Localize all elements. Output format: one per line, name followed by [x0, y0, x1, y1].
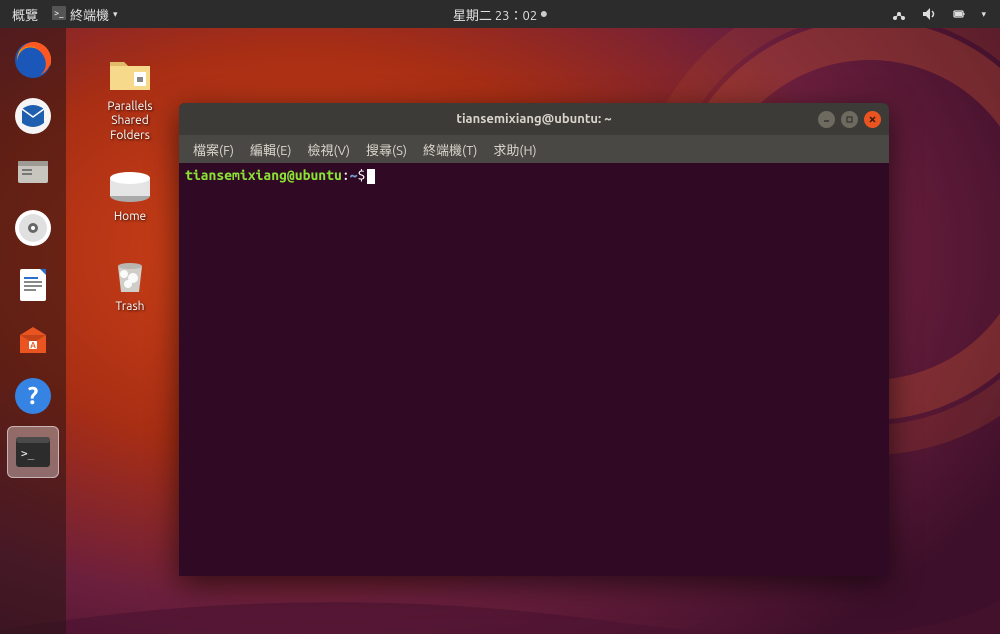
dock-libreoffice-writer[interactable]	[7, 258, 59, 310]
trash-icon	[106, 250, 154, 298]
battery-icon[interactable]	[951, 6, 967, 22]
terminal-window: tiansemixiang@ubuntu: ~ 檔案(F) 編輯(E) 檢視(V…	[179, 103, 889, 576]
menu-help[interactable]: 求助(H)	[489, 138, 540, 161]
terminal-cursor	[367, 169, 375, 184]
clock-area[interactable]: 星期二 23：02	[453, 5, 547, 24]
dock-thunderbird[interactable]	[7, 90, 59, 142]
window-maximize-button[interactable]	[841, 111, 858, 128]
menu-terminal[interactable]: 終端機(T)	[419, 138, 481, 161]
prompt-user-host: tiansemixiang@ubuntu	[185, 167, 342, 183]
desktop-icon-trash[interactable]: Trash	[90, 250, 170, 314]
help-icon: ?	[12, 375, 54, 417]
menu-view[interactable]: 檢視(V)	[304, 138, 354, 161]
notification-dot-icon	[541, 11, 547, 17]
thunderbird-icon	[12, 95, 54, 137]
folder-icon	[106, 50, 154, 98]
window-close-button[interactable]	[864, 111, 881, 128]
window-title-bar[interactable]: tiansemixiang@ubuntu: ~	[179, 103, 889, 135]
desktop-icon-parallels[interactable]: Parallels Shared Folders	[90, 50, 170, 143]
dock-files[interactable]	[7, 146, 59, 198]
prompt-separator: :	[342, 167, 350, 183]
close-icon	[868, 115, 877, 124]
launcher-dock: A ? >_	[0, 28, 66, 634]
menu-search[interactable]: 搜尋(S)	[362, 138, 411, 161]
chevron-down-icon: ▾	[113, 9, 118, 20]
terminal-content-area[interactable]: tiansemixiang@ubuntu:~$	[179, 163, 889, 576]
software-icon: A	[12, 319, 54, 361]
minimize-icon	[822, 115, 831, 124]
firefox-icon	[12, 39, 54, 81]
app-menu-label: 終端機	[70, 5, 109, 24]
dock-software[interactable]: A	[7, 314, 59, 366]
desktop-icon-label: Parallels Shared Folders	[107, 100, 152, 143]
svg-text:>_: >_	[21, 447, 35, 460]
rhythmbox-icon	[12, 207, 54, 249]
dock-rhythmbox[interactable]	[7, 202, 59, 254]
desktop-icon-label: Trash	[115, 300, 144, 314]
prompt-symbol: $	[358, 167, 366, 183]
terminal-menu-bar: 檔案(F) 編輯(E) 檢視(V) 搜尋(S) 終端機(T) 求助(H)	[179, 135, 889, 163]
dock-help[interactable]: ?	[7, 370, 59, 422]
desktop-icon-label: Home	[114, 210, 146, 224]
drive-icon	[106, 160, 154, 208]
network-icon[interactable]	[891, 6, 907, 22]
prompt-path: ~	[350, 167, 358, 183]
system-menu-chevron-icon[interactable]: ▾	[981, 9, 986, 20]
desktop-icon-home[interactable]: Home	[90, 160, 170, 224]
files-icon	[12, 151, 54, 193]
volume-icon[interactable]	[921, 6, 937, 22]
activities-button[interactable]: 概覽	[12, 5, 38, 24]
menu-file[interactable]: 檔案(F)	[189, 138, 238, 161]
top-panel: 概覽 >_ 終端機 ▾ 星期二 23：02 ▾	[0, 0, 1000, 28]
window-title: tiansemixiang@ubuntu: ~	[456, 112, 611, 126]
maximize-icon	[845, 115, 854, 124]
menu-edit[interactable]: 編輯(E)	[246, 138, 295, 161]
dock-firefox[interactable]	[7, 34, 59, 86]
terminal-icon: >_	[52, 6, 66, 23]
dock-terminal[interactable]: >_	[7, 426, 59, 478]
clock-label: 星期二 23：02	[453, 5, 537, 24]
app-menu[interactable]: >_ 終端機 ▾	[52, 5, 118, 24]
writer-icon	[12, 263, 54, 305]
svg-text:?: ?	[28, 382, 39, 409]
terminal-icon: >_	[12, 431, 54, 473]
svg-text:A: A	[30, 341, 36, 350]
svg-text:>_: >_	[54, 8, 64, 18]
window-minimize-button[interactable]	[818, 111, 835, 128]
